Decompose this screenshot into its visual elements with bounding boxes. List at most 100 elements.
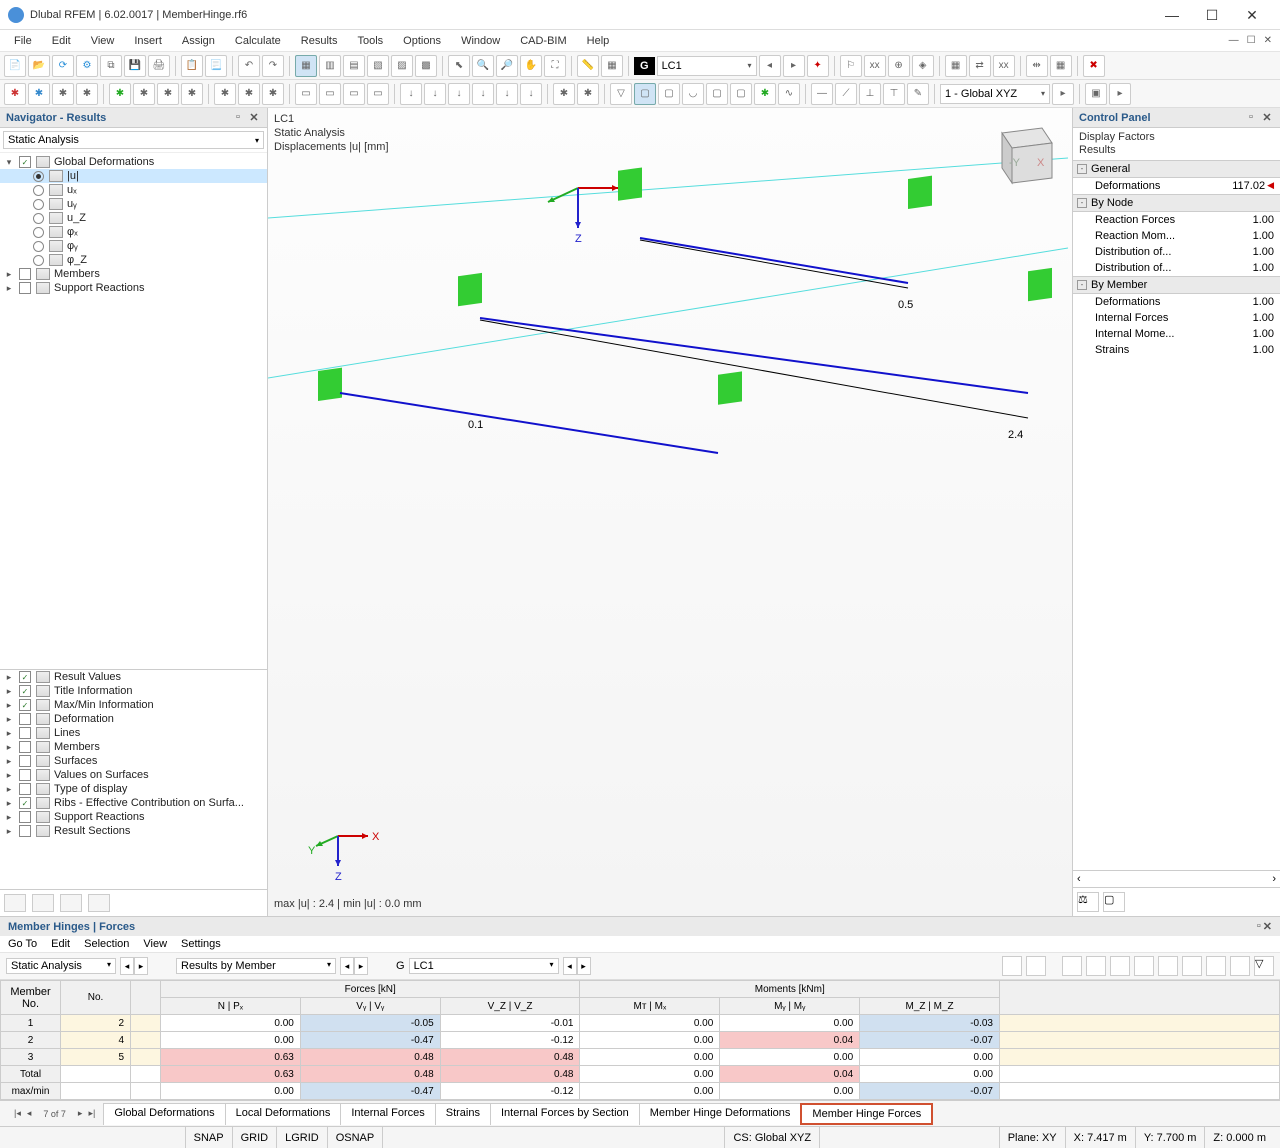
- row-header[interactable]: 1: [1, 1015, 61, 1032]
- radio[interactable]: [33, 255, 44, 266]
- load6-icon[interactable]: ↓: [520, 83, 542, 105]
- spline-icon[interactable]: ✱: [76, 83, 98, 105]
- status-snap[interactable]: SNAP: [185, 1127, 232, 1148]
- bp-t1-icon[interactable]: [1002, 956, 1022, 976]
- bp-t2-icon[interactable]: [1026, 956, 1046, 976]
- bp-t9-icon[interactable]: [1206, 956, 1226, 976]
- expand-icon[interactable]: ▾: [2, 157, 16, 168]
- bp-close-icon[interactable]: ✕: [1263, 920, 1272, 933]
- opening-icon[interactable]: ✱: [181, 83, 203, 105]
- show2-icon[interactable]: ▢: [658, 83, 680, 105]
- bp-menu-settings[interactable]: Settings: [181, 938, 221, 950]
- maximize-button[interactable]: ☐: [1192, 1, 1232, 29]
- cell-no[interactable]: 4: [61, 1032, 131, 1049]
- nav-lower-item[interactable]: Type of display: [52, 783, 127, 795]
- member-icon[interactable]: ✱: [109, 83, 131, 105]
- nav-lower-item[interactable]: Result Values: [52, 671, 121, 683]
- select-icon[interactable]: ⬉: [448, 55, 470, 77]
- cp-tool1-icon[interactable]: ⚖: [1077, 892, 1099, 912]
- cp-group-bynode[interactable]: -By Node: [1073, 194, 1280, 212]
- gear-icon[interactable]: ⚙: [76, 55, 98, 77]
- tree-reactions[interactable]: Support Reactions: [52, 282, 145, 294]
- tab-first-icon[interactable]: |◂: [14, 1108, 21, 1119]
- edit4-icon[interactable]: ⊤: [883, 83, 905, 105]
- expand-icon[interactable]: ▸: [2, 700, 16, 711]
- tab-member-hinge-deformations[interactable]: Member Hinge Deformations: [639, 1103, 802, 1125]
- radio[interactable]: [33, 241, 44, 252]
- extra1-icon[interactable]: ✱: [553, 83, 575, 105]
- cell-mt[interactable]: 0.00: [580, 1015, 720, 1032]
- load5-icon[interactable]: ↓: [496, 83, 518, 105]
- checkbox[interactable]: ✓: [19, 699, 31, 711]
- view3-icon[interactable]: ▤: [343, 55, 365, 77]
- more-icon[interactable]: ▸: [1109, 83, 1131, 105]
- cp-group-general[interactable]: -General: [1073, 160, 1280, 178]
- checkbox[interactable]: ✓: [19, 685, 31, 697]
- cell-my[interactable]: 0.00: [720, 1049, 860, 1066]
- minimize-button[interactable]: —: [1152, 1, 1192, 29]
- radio[interactable]: [33, 185, 44, 196]
- lc-prev-icon[interactable]: ◂: [759, 55, 781, 77]
- window-icon[interactable]: ▣: [1085, 83, 1107, 105]
- menu-calculate[interactable]: Calculate: [225, 33, 291, 49]
- expand-icon[interactable]: ▸: [2, 826, 16, 837]
- load4-icon[interactable]: ↓: [472, 83, 494, 105]
- cp-tool2-icon[interactable]: ▢: [1103, 892, 1125, 912]
- nav-lower-item[interactable]: Title Information: [52, 685, 132, 697]
- load3-icon[interactable]: ↓: [448, 83, 470, 105]
- new-icon[interactable]: 📄: [4, 55, 26, 77]
- nav-lower-item[interactable]: Deformation: [52, 713, 114, 725]
- fit-icon[interactable]: ⛶: [544, 55, 566, 77]
- checkbox[interactable]: [19, 811, 31, 823]
- edit5-icon[interactable]: ✎: [907, 83, 929, 105]
- line-icon[interactable]: ✱: [28, 83, 50, 105]
- cell-vy[interactable]: 0.48: [300, 1049, 440, 1066]
- cell-mz[interactable]: -0.03: [860, 1015, 1000, 1032]
- cp-pin-icon[interactable]: ▫: [1244, 111, 1258, 124]
- show1-icon[interactable]: ▢: [634, 83, 656, 105]
- bp-t7-icon[interactable]: [1158, 956, 1178, 976]
- surface-icon[interactable]: ✱: [133, 83, 155, 105]
- bp-dd-analysis[interactable]: Static Analysis: [6, 958, 116, 974]
- status-lgrid[interactable]: LGRID: [276, 1127, 327, 1148]
- menu-options[interactable]: Options: [393, 33, 451, 49]
- status-grid[interactable]: GRID: [232, 1127, 277, 1148]
- expand-icon[interactable]: ▸: [2, 784, 16, 795]
- bp-menu-edit[interactable]: Edit: [51, 938, 70, 950]
- expand-icon[interactable]: ▸: [2, 798, 16, 809]
- tree-global-def[interactable]: Global Deformations: [52, 156, 154, 168]
- expand-icon[interactable]: ▸: [2, 283, 16, 294]
- viewport[interactable]: LC1 Static Analysis Displacements |u| [m…: [268, 108, 1072, 916]
- view5-icon[interactable]: ▨: [391, 55, 413, 77]
- cell-my[interactable]: 0.04: [720, 1032, 860, 1049]
- tool-a-icon[interactable]: ⚐: [840, 55, 862, 77]
- checkbox[interactable]: ✓: [19, 671, 31, 683]
- cell-vz[interactable]: -0.01: [440, 1015, 580, 1032]
- clipboard-icon[interactable]: 📋: [181, 55, 203, 77]
- menu-file[interactable]: File: [4, 33, 42, 49]
- tree-uy[interactable]: uᵧ: [65, 198, 77, 210]
- tab-member-hinge-forces[interactable]: Member Hinge Forces: [800, 1103, 933, 1125]
- nav-lower-item[interactable]: Max/Min Information: [52, 699, 154, 711]
- menu-view[interactable]: View: [81, 33, 125, 49]
- cell-mt[interactable]: 0.00: [580, 1032, 720, 1049]
- status-osnap[interactable]: OSNAP: [327, 1127, 383, 1148]
- nav-btn4-icon[interactable]: [88, 894, 110, 912]
- tool-b-icon[interactable]: xx: [864, 55, 886, 77]
- hinge-icon[interactable]: ✱: [238, 83, 260, 105]
- bp-t4-icon[interactable]: [1086, 956, 1106, 976]
- star-red-icon[interactable]: ✦: [807, 55, 829, 77]
- tool-d-icon[interactable]: ◈: [912, 55, 934, 77]
- close-button[interactable]: ✕: [1232, 1, 1272, 29]
- bp-filter-icon[interactable]: ▽: [1254, 956, 1274, 976]
- bp-menu-goto[interactable]: Go To: [8, 938, 37, 950]
- show5-icon[interactable]: ▢: [730, 83, 752, 105]
- expand-icon[interactable]: ▸: [2, 742, 16, 753]
- nav-lower-item[interactable]: Lines: [52, 727, 80, 739]
- tree-u[interactable]: |u|: [65, 170, 79, 182]
- expand-icon[interactable]: ▸: [2, 714, 16, 725]
- tab-internal-forces[interactable]: Internal Forces: [340, 1103, 435, 1125]
- cell-mt[interactable]: 0.00: [580, 1049, 720, 1066]
- cell-vy[interactable]: -0.47: [300, 1032, 440, 1049]
- tree-phix[interactable]: φₓ: [65, 226, 78, 238]
